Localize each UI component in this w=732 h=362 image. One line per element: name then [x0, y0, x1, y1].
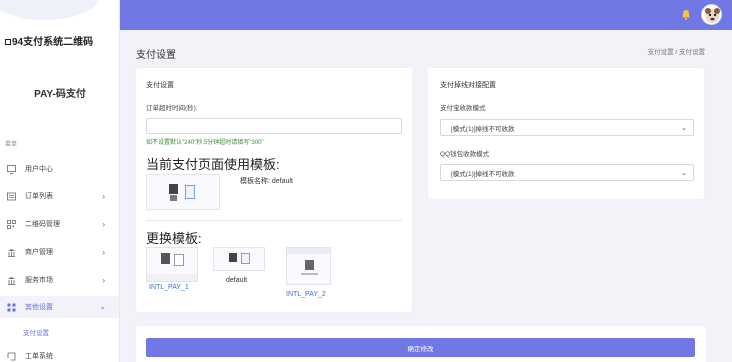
list-icon [7, 192, 16, 201]
sidebar-item-label: 商户管理 [25, 249, 53, 256]
avatar[interactable] [701, 4, 722, 25]
brand-title[interactable]: 94支付系统二维码 [5, 33, 93, 48]
current-template-preview [146, 174, 220, 210]
divider [146, 220, 402, 221]
chevron-down-icon: ⌄ [681, 170, 687, 177]
brand-logo-icon [5, 39, 11, 45]
monitor-icon [7, 164, 16, 174]
template-thumb-intl-pay-1[interactable] [146, 247, 198, 282]
card-title: 支付设置 [146, 82, 174, 89]
pay-settings-card: 支付设置 订单超时时间(秒): 如不设置默认"240"秒,5分钟超时请填写"30… [136, 68, 412, 312]
grid-icon [7, 303, 16, 312]
sidebar-item-label: 订单列表 [25, 193, 53, 200]
bell-icon[interactable] [681, 9, 691, 20]
menu-caption: 菜单 [5, 142, 18, 148]
sidebar-item-label: 用户中心 [25, 166, 53, 173]
alipay-mode-label: 支付宝收款模式 [440, 105, 486, 112]
alipay-mode-value: [模式(1)]掉线不可收款 [451, 125, 515, 133]
sidebar-item-label: 服务市场 [25, 277, 53, 284]
chevron-down-icon: ⌄ [99, 302, 106, 311]
sidebar-item-merchants[interactable]: 商户管理 › [0, 241, 119, 263]
market-icon [7, 276, 16, 285]
sidebar-item-orders[interactable]: 订单列表 › [0, 185, 119, 207]
submit-button[interactable]: 确定修改 [146, 338, 695, 357]
timeout-label: 订单超时时间(秒): [146, 105, 198, 112]
template-name-default[interactable]: default [226, 277, 247, 284]
chevron-down-icon: ⌄ [681, 125, 687, 132]
chevron-right-icon: › [102, 276, 105, 285]
timeout-hint: 如不设置默认"240"秒,5分钟超时请填写"300" [146, 140, 264, 146]
app-name: PAY-码支付 [34, 89, 86, 100]
sidebar-item-other-settings[interactable]: 其他设置 ⌄ [0, 296, 119, 318]
ticket-icon [7, 352, 16, 361]
card-title: 支付掉线对接配置 [440, 82, 496, 89]
alipay-mode-select[interactable]: [模式(1)]掉线不可收款 ⌄ [440, 119, 694, 136]
qq-mode-label: QQ钱包收款模式 [440, 151, 490, 158]
sidebar-item-market[interactable]: 服务市场 › [0, 269, 119, 291]
template-thumb-intl-pay-2[interactable] [286, 247, 331, 285]
sidebar-item-label: 其他设置 [25, 304, 53, 311]
sidebar-item-qrcode[interactable]: 二维码管理 › [0, 213, 119, 235]
brand-title-text: 94支付系统二维码 [12, 37, 94, 48]
breadcrumb[interactable]: 支付设置 / 支付设置 [648, 46, 705, 56]
sidebar-item-label: 工单系统 [25, 353, 53, 360]
sidebar-item-user-center[interactable]: 用户中心 [0, 158, 119, 180]
offline-config-card: 支付掉线对接配置 支付宝收款模式 [模式(1)]掉线不可收款 ⌄ QQ钱包收款模… [428, 68, 704, 199]
store-icon [7, 248, 16, 257]
template-name-intl-pay-2[interactable]: INTL_PAY_2 [286, 291, 326, 298]
qq-mode-select[interactable]: [模式(1)]掉线不可收款 ⌄ [440, 164, 694, 181]
chevron-right-icon: › [102, 248, 105, 257]
current-template-heading: 当前支付页面使用模板: [146, 157, 280, 172]
qq-mode-value: [模式(1)]掉线不可收款 [451, 170, 515, 178]
top-bar [120, 0, 732, 30]
sidebar-decoration [0, 0, 100, 20]
template-name-intl-pay-1[interactable]: INTL_PAY_1 [149, 284, 189, 291]
sidebar-item-label: 二维码管理 [25, 221, 60, 228]
chevron-right-icon: › [102, 192, 105, 201]
qrcode-icon [7, 219, 16, 229]
template-name: 模板名称: default [240, 178, 293, 185]
template-thumb-default[interactable] [213, 247, 265, 271]
sidebar-subitem-pay-settings[interactable]: 支付设置 [0, 323, 119, 341]
chevron-right-icon: › [102, 220, 105, 229]
timeout-input[interactable] [146, 118, 402, 134]
change-template-heading: 更换模板: [146, 231, 202, 246]
sidebar-item-tickets[interactable]: 工单系统 [0, 345, 119, 362]
page-title: 支付设置 [136, 50, 176, 61]
sidebar: 94支付系统二维码 PAY-码支付 菜单 用户中心 订单列表 › 二维码管理 ›… [0, 0, 120, 362]
